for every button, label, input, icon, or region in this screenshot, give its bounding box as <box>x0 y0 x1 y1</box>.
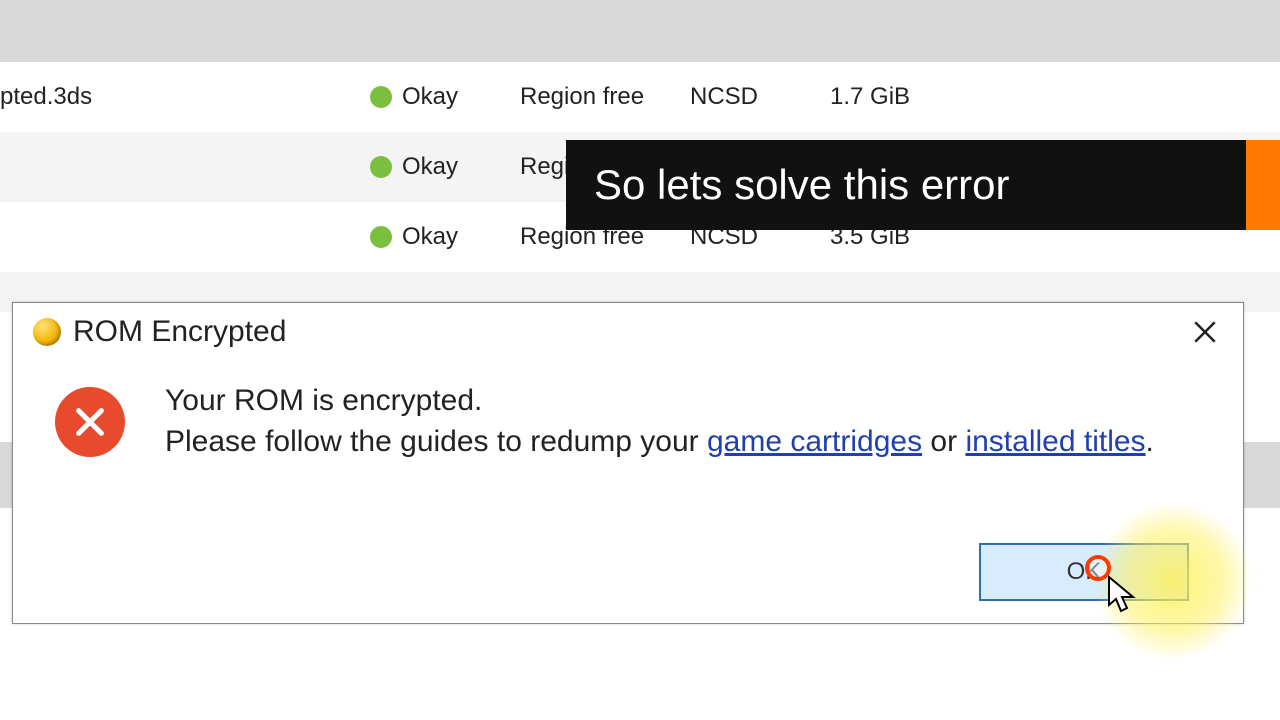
video-caption: So lets solve this error <box>566 140 1280 230</box>
status-text: Okay <box>402 153 458 181</box>
status-text: Okay <box>402 223 458 251</box>
status-indicator-icon <box>370 226 392 248</box>
error-dialog: ROM Encrypted Your ROM is encrypted. Ple… <box>12 302 1244 624</box>
app-icon <box>33 318 61 346</box>
size-text: 1.7 GiB <box>830 83 910 111</box>
status-indicator-icon <box>370 86 392 108</box>
ok-button[interactable]: OK <box>979 543 1189 601</box>
ok-button-label: OK <box>1067 558 1102 586</box>
caption-text: So lets solve this error <box>594 161 1010 209</box>
caption-accent <box>1246 140 1280 230</box>
link-game-cartridges[interactable]: game cartridges <box>707 425 922 458</box>
dialog-title: ROM Encrypted <box>73 315 1183 349</box>
format-text: NCSD <box>690 83 758 111</box>
message-line2: Please follow the guides to redump your … <box>165 422 1154 463</box>
error-icon <box>55 387 125 457</box>
close-button[interactable] <box>1183 310 1227 354</box>
table-row[interactable]: pted.3ds Okay Region free NCSD 1.7 GiB <box>0 62 1280 132</box>
dialog-message: Your ROM is encrypted. Please follow the… <box>165 381 1154 462</box>
close-icon <box>1192 319 1218 345</box>
link-installed-titles[interactable]: installed titles <box>965 425 1145 458</box>
file-name: pted.3ds <box>0 83 350 111</box>
message-line1: Your ROM is encrypted. <box>165 381 1154 422</box>
status-text: Okay <box>402 83 458 111</box>
dialog-titlebar[interactable]: ROM Encrypted <box>13 303 1243 361</box>
status-indicator-icon <box>370 156 392 178</box>
region-text: Region free <box>520 83 644 111</box>
